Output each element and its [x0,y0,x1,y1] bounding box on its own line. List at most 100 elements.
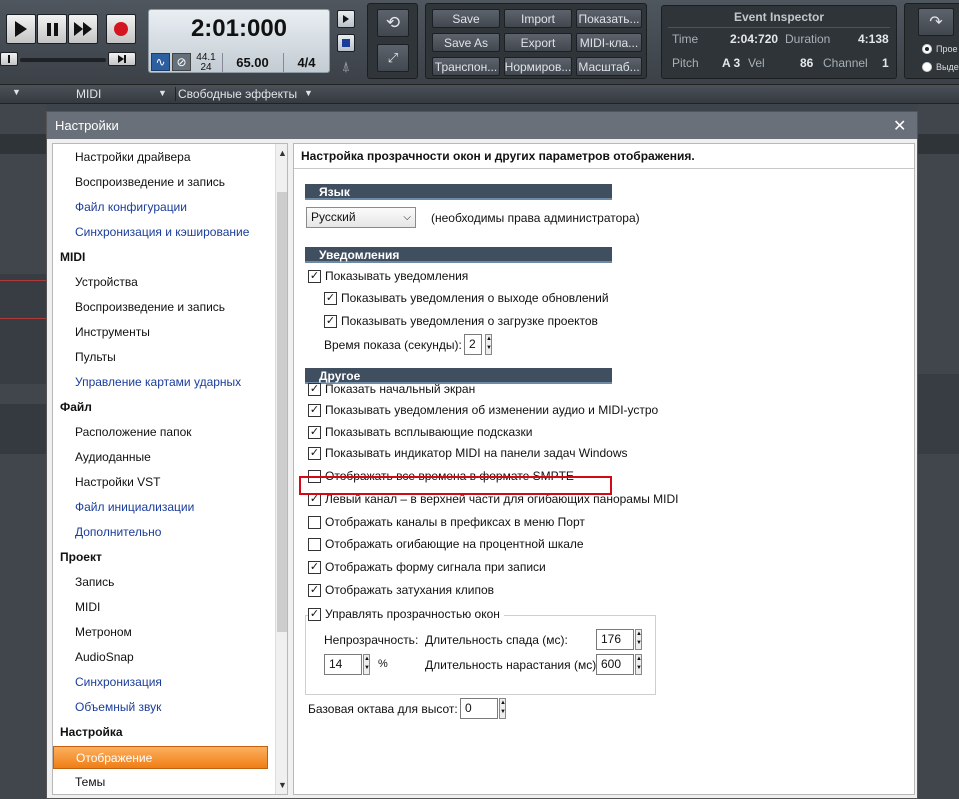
checkbox-label: Показывать всплывающие подсказки [325,425,533,439]
waveform-icon[interactable]: ∿ [151,53,170,71]
dialog-titlebar[interactable]: Настройки ✕ [47,112,917,139]
fade-out-stepper[interactable]: ▲ ▼ [635,629,642,650]
option-checkbox[interactable]: ✓ Отображать затухания клипов [308,583,494,597]
base-octave-stepper[interactable]: ▲ ▼ [499,698,506,719]
opacity-input[interactable]: 14 [324,654,362,675]
fade-in-input[interactable]: 600 [596,654,634,675]
nav-item[interactable]: Файл инициализации [75,500,194,514]
option-checkbox[interactable]: ✓ Показывать уведомления об изменении ауд… [308,403,658,417]
play-button[interactable] [6,14,36,44]
midi-dropdown-icon[interactable]: ▼ [158,88,167,98]
meter-field[interactable]: 4/4 [283,53,329,72]
nav-item[interactable]: Инструменты [75,325,150,339]
nav-item[interactable]: Метроном [75,625,132,639]
scroll-up-icon[interactable]: ▲ [278,148,287,158]
radio-project-label: Прое [936,44,958,54]
nav-item[interactable]: Управление картами ударных [75,375,241,389]
nav-item[interactable]: Дополнительно [75,525,161,539]
pitch-value[interactable]: A 3 [722,56,740,70]
checkbox-label: Отображать огибающие на процентной шкале [325,537,584,551]
vel-label: Vel [748,56,765,70]
nav-item[interactable]: Синхронизация и кэширование [75,225,249,239]
scale-button[interactable]: Масштаб... [576,57,642,76]
opacity-stepper[interactable]: ▲ ▼ [363,654,370,675]
nav-item[interactable]: Настройки VST [75,475,161,489]
fx-dropdown-icon[interactable]: ▼ [304,88,313,98]
track-strip [918,374,959,454]
option-checkbox[interactable]: Отображать каналы в префиксах в меню Пор… [308,515,585,529]
nav-item[interactable]: Темы [75,775,105,789]
skip-end-button[interactable] [108,52,136,66]
option-checkbox[interactable]: ✓ Показать начальный экран [308,382,475,396]
radio-selection[interactable]: Выде [922,62,959,72]
checkbox-label: Отображать форму сигнала при записи [325,560,546,574]
share-button[interactable]: ↷ [918,8,954,36]
radio-icon [922,62,932,72]
stop-mode-button[interactable] [337,34,355,52]
radio-project[interactable]: Прое [922,44,958,54]
nav-item[interactable]: Запись [75,575,114,589]
transpose-button[interactable]: Транспон... [432,57,500,76]
option-checkbox[interactable]: ✓ Показывать всплывающие подсказки [308,425,533,439]
nav-item[interactable]: AudioSnap [75,650,134,664]
show-time-stepper[interactable]: ▲ ▼ [485,334,492,355]
clock-next-button[interactable] [337,10,355,28]
show-button[interactable]: Показать... [576,9,642,28]
nav-item[interactable]: Файл конфигурации [75,200,187,214]
nav-item[interactable]: Расположение папок [75,425,192,439]
nav-item[interactable]: Синхронизация [75,675,162,689]
notif-projects-checkbox[interactable]: ✓ Показывать уведомления о загрузке прое… [324,314,598,328]
module-midi[interactable]: MIDI [76,87,101,101]
option-checkbox[interactable]: ✓ Отображать форму сигнала при записи [308,560,546,574]
time-value[interactable]: 2:04:720 [730,32,778,46]
nav-item[interactable]: Устройства [75,275,138,289]
nav-item[interactable]: Воспроизведение и запись [75,300,225,314]
checkbox-label: Отображать затухания клипов [325,583,494,597]
nav-item[interactable]: MIDI [75,600,100,614]
scroll-thumb[interactable] [277,192,287,632]
notif-show-checkbox[interactable]: ✓ Показывать уведомления [308,269,468,283]
nav-item-selected[interactable]: Отображение [53,746,268,769]
normalize-button[interactable]: Нормиров... [504,57,572,76]
fast-forward-button[interactable] [68,14,98,44]
punch-button[interactable]: ⤢ [377,44,409,72]
nav-item[interactable]: Пульты [75,350,116,364]
position-slider[interactable] [20,58,106,62]
tempo-field[interactable]: 65.00 [222,53,282,72]
dropdown-arrow-icon[interactable]: ▼ [12,87,21,97]
save-button[interactable]: Save [432,9,500,28]
option-checkbox[interactable]: Отображать огибающие на процентной шкале [308,537,584,551]
export-button[interactable]: Export [504,33,572,52]
metronome-icon[interactable]: ⍋ [339,58,353,74]
scroll-down-icon[interactable]: ▼ [278,780,287,790]
vel-value[interactable]: 86 [800,56,813,70]
fade-in-stepper[interactable]: ▲ ▼ [635,654,642,675]
transparency-checkbox[interactable]: ✓ Управлять прозрачностью окон [308,607,504,621]
show-time-input[interactable]: 2 [464,334,482,355]
option-checkbox[interactable]: ✓ Показывать индикатор MIDI на панели зад… [308,446,627,460]
save-as-button[interactable]: Save As [432,33,500,52]
import-button[interactable]: Import [504,9,572,28]
nav-item[interactable]: Воспроизведение и запись [75,175,225,189]
nav-item[interactable]: Аудиоданные [75,450,151,464]
fade-out-input[interactable]: 176 [596,629,634,650]
loop-button[interactable]: ⟲ [377,9,409,37]
duration-value[interactable]: 4:138 [858,32,889,46]
nav-scrollbar[interactable]: ▲ ▼ [275,144,287,794]
module-fx[interactable]: Свободные эффекты [175,87,297,101]
notif-updates-checkbox[interactable]: ✓ Показывать уведомления о выходе обновл… [324,291,609,305]
close-icon[interactable]: ✕ [893,116,906,136]
midi-keys-button[interactable]: MIDI-кла... [576,33,642,52]
record-button[interactable] [106,14,136,44]
base-octave-input[interactable]: 0 [460,698,498,719]
time-display[interactable]: 2:01:000 ∿ ⊘ 44.1 24 65.00 4/4 [148,9,330,73]
channel-value[interactable]: 1 [882,56,889,70]
language-select[interactable]: Русский ⌵ [306,207,416,228]
pause-button[interactable] [37,14,67,44]
rewind-small-button[interactable] [0,52,18,66]
nav-item[interactable]: Настройки драйвера [75,150,191,164]
checkbox-checked-icon: ✓ [324,314,337,328]
speed-icon[interactable]: ⊘ [172,53,191,71]
checkbox-label: Управлять прозрачностью окон [325,607,500,621]
nav-item[interactable]: Объемный звук [75,700,161,714]
